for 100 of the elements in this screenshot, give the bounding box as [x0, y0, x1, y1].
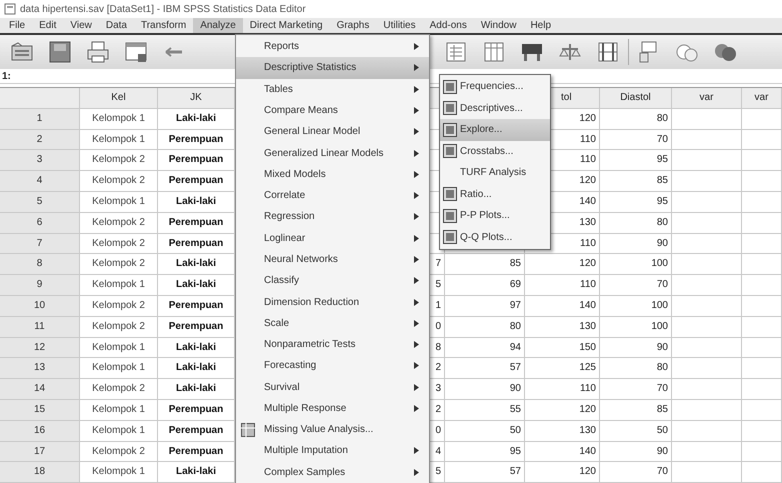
- table-cell: Kelompok 1: [80, 108, 158, 130]
- table-cell: 85: [600, 400, 672, 421]
- table-cell: 94: [445, 338, 525, 358]
- table-cell: 100: [600, 296, 672, 317]
- column-header[interactable]: var: [672, 88, 742, 109]
- column-header[interactable]: tol: [561, 92, 572, 103]
- table-cell: 70: [600, 130, 672, 150]
- table-cell: Kelompok 1: [80, 400, 158, 421]
- menu-item[interactable]: Reports: [236, 36, 429, 58]
- table-cell: 69: [445, 275, 525, 296]
- table-cell: Kelompok 2: [80, 296, 158, 317]
- row-number[interactable]: 13: [0, 358, 80, 380]
- row-number[interactable]: 1: [0, 108, 80, 130]
- row-number[interactable]: 14: [0, 379, 80, 400]
- table-cell: Kelompok 2: [80, 212, 158, 234]
- menu-item[interactable]: Loglinear: [236, 228, 429, 249]
- table-cell: 130: [525, 420, 600, 442]
- row-number[interactable]: 9: [0, 275, 80, 296]
- table-cell: 125: [525, 358, 600, 380]
- table-cell: 57: [445, 462, 525, 483]
- table-cell: 95: [445, 442, 525, 462]
- menu-item[interactable]: View: [63, 18, 99, 33]
- table-cell: Kelompok 1: [80, 192, 158, 213]
- row-number[interactable]: 2: [0, 130, 80, 150]
- table-cell: 150: [525, 338, 600, 358]
- window-title: data hipertensi.sav [DataSet1] - IBM SPSS Statistics Data Editor: [20, 4, 306, 14]
- menu-item[interactable]: Graphs: [330, 18, 376, 33]
- table-cell: 140: [525, 296, 600, 317]
- table-cell: 95: [600, 192, 672, 213]
- table-cell: 100: [600, 316, 672, 338]
- table-cell: 85: [445, 254, 525, 276]
- table-cell: 90: [445, 379, 525, 400]
- table-cell: 80: [445, 316, 525, 338]
- table-cell: 130: [525, 316, 600, 338]
- table-cell: 90: [600, 338, 672, 358]
- table-cell: 120: [525, 400, 600, 421]
- menu-item[interactable]: Data: [98, 18, 134, 33]
- table-cell: 80: [600, 358, 672, 380]
- menu-item[interactable]: Help: [523, 18, 558, 33]
- table-cell: Kelompok 2: [80, 254, 158, 276]
- table-cell: 95: [600, 150, 672, 172]
- row-number[interactable]: 6: [0, 212, 80, 234]
- table-cell: 57: [445, 358, 525, 380]
- menu-item[interactable]: Edit: [32, 18, 64, 33]
- menu-item[interactable]: Utilities: [376, 18, 423, 33]
- table-cell: 85: [600, 171, 672, 192]
- menu-item[interactable]: Add-ons: [422, 18, 474, 33]
- menu-item[interactable]: Compare Means: [236, 100, 429, 122]
- table-cell: 110: [525, 379, 600, 400]
- menu-item[interactable]: Direct Marketing: [242, 18, 330, 33]
- table-cell: Kelompok 2: [80, 379, 158, 400]
- table-cell: Kelompok 1: [80, 358, 158, 380]
- row-number[interactable]: 17: [0, 442, 80, 462]
- row-number[interactable]: 18: [0, 462, 80, 483]
- table-cell: 110: [525, 275, 600, 296]
- menu-item[interactable]: Explore...: [440, 119, 550, 140]
- menu-item[interactable]: Transform: [134, 18, 194, 33]
- row-number[interactable]: 3: [0, 150, 80, 172]
- menu-item[interactable]: Regression: [236, 206, 429, 228]
- menu-item[interactable]: File: [2, 18, 32, 33]
- menu-item[interactable]: Generalized Linear Models: [236, 142, 429, 164]
- table-cell: Kelompok 2: [80, 316, 158, 338]
- table-cell: 97: [445, 296, 525, 317]
- row-number[interactable]: 8: [0, 254, 80, 276]
- table-cell: Kelompok 1: [80, 130, 158, 150]
- table-cell: 50: [445, 420, 525, 442]
- menu-item[interactable]: Correlate: [236, 184, 429, 206]
- column-header[interactable]: Diastol: [600, 88, 672, 109]
- row-number[interactable]: 11: [0, 316, 80, 338]
- table-cell: 120: [525, 462, 600, 483]
- column-header[interactable]: var: [742, 88, 782, 109]
- column-header[interactable]: Kel: [80, 88, 158, 109]
- table-cell: Kelompok 2: [80, 234, 158, 254]
- menu-item[interactable]: Tables: [236, 78, 429, 100]
- row-number[interactable]: 15: [0, 400, 80, 421]
- row-number[interactable]: 5: [0, 192, 80, 213]
- row-number[interactable]: 10: [0, 296, 80, 317]
- menu-item[interactable]: Mixed Models: [236, 164, 429, 185]
- table-cell: Kelompok 1: [80, 462, 158, 483]
- column-header[interactable]: JK: [158, 88, 235, 109]
- table-cell: Kelompok 2: [80, 171, 158, 192]
- row-number[interactable]: 7: [0, 234, 80, 254]
- table-cell: Kelompok 1: [80, 338, 158, 358]
- row-number[interactable]: 16: [0, 420, 80, 442]
- menu-item[interactable]: General Linear Model: [236, 121, 429, 142]
- table-cell: 100: [600, 254, 672, 276]
- table-cell: 90: [600, 442, 672, 462]
- menu-item[interactable]: Window: [474, 18, 524, 33]
- menu-item[interactable]: Frequencies...: [440, 76, 550, 98]
- table-cell: Kelompok 1: [80, 275, 158, 296]
- table-cell: 80: [600, 108, 672, 130]
- table-cell: 140: [525, 442, 600, 462]
- menu-item[interactable]: Descriptive Statistics: [236, 57, 429, 79]
- row-number[interactable]: 12: [0, 338, 80, 358]
- table-cell: 70: [600, 275, 672, 296]
- table-cell: 120: [525, 254, 600, 276]
- table-cell: 80: [600, 212, 672, 234]
- table-cell: 70: [600, 462, 672, 483]
- menu-item[interactable]: Analyze: [193, 18, 243, 33]
- row-number[interactable]: 4: [0, 171, 80, 192]
